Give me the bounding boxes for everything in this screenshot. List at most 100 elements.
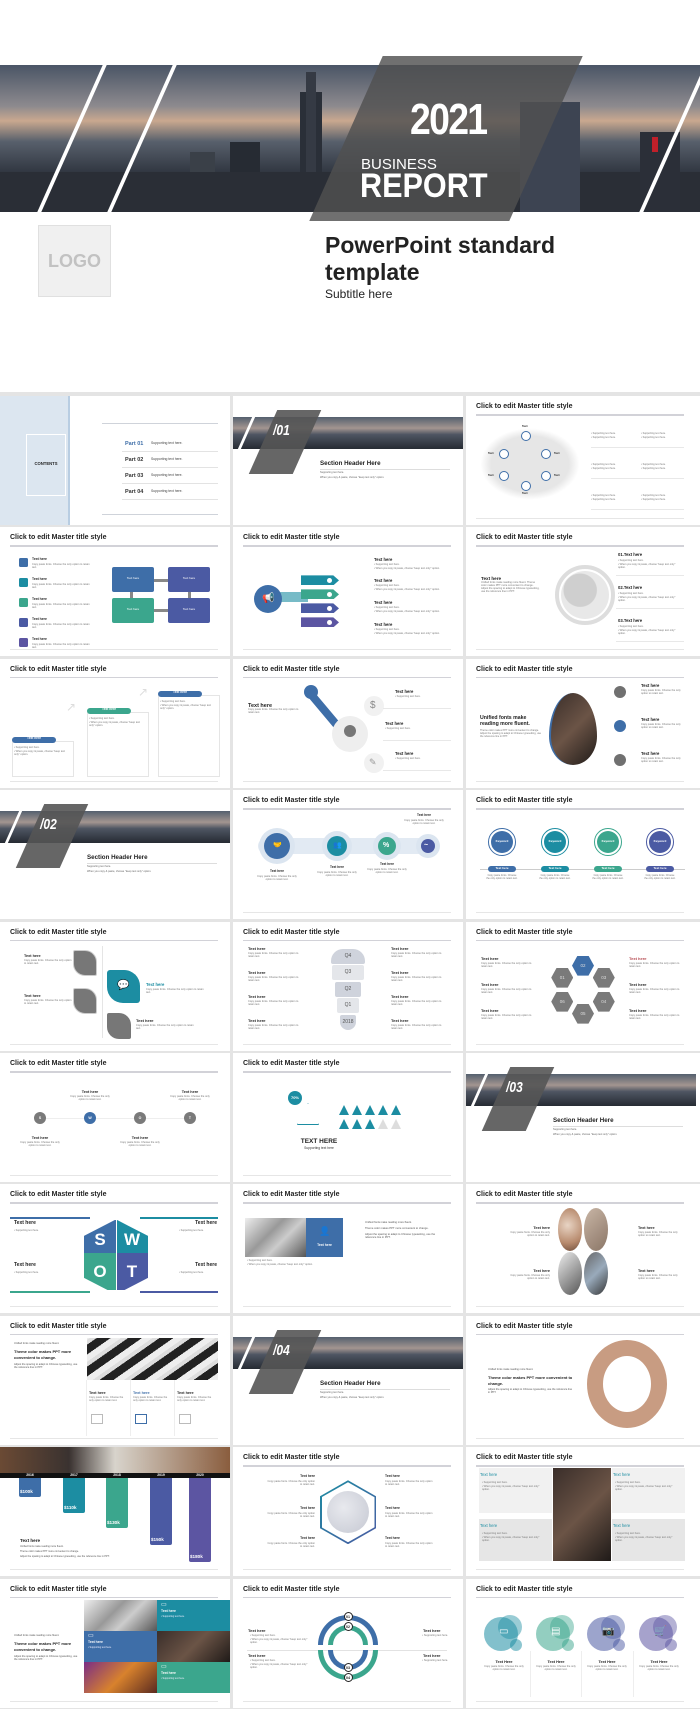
- text-block-heading: Text here: [248, 945, 266, 951]
- slide-footer-line: [10, 1306, 218, 1307]
- bullet-text: • When you copy & paste, choose "keep te…: [374, 567, 440, 571]
- text-block-heading: Text here: [641, 750, 660, 756]
- text-block-body: Copy paste fonts. Choose the only option…: [638, 1231, 678, 1238]
- title-underline: [10, 1202, 218, 1204]
- slide-thumbnail-15[interactable]: Click to edit Master title style Q4 Q3 Q2 Q1…: [233, 921, 463, 1051]
- slide-thumbnail-13[interactable]: Click to edit Master title style Keyword T…: [466, 790, 700, 920]
- title-underline: [10, 676, 218, 679]
- slide-thumbnail-8[interactable]: Click to edit Master title style Text her…: [0, 658, 230, 788]
- slide-thumbnail-11[interactable]: /02 Section Header Here Supporting text he…: [0, 790, 230, 920]
- slide-thumbnail-3[interactable]: /01 Section Header Here Supporting text he…: [233, 396, 463, 525]
- bullet-text: • Supporting text here.: [14, 1271, 39, 1275]
- panel-heading: Text here: [480, 1523, 498, 1529]
- text-block-heading: Text Here: [495, 1659, 513, 1664]
- text-block-body: Copy paste fonts. Choose the only option…: [32, 583, 90, 590]
- feature-icon: [19, 578, 28, 588]
- year-label: 2019: [157, 1472, 165, 1477]
- divider: [102, 514, 218, 515]
- slide-thumbnail-28[interactable]: Click to edit Master title style Text her…: [466, 1447, 700, 1577]
- swot-line: [140, 1217, 218, 1219]
- text-block-body: Copy paste fonts. Choose the only option…: [385, 1542, 433, 1549]
- divider: [616, 608, 684, 609]
- paragraph-line: Unified fonts make reading more fluent.: [365, 1221, 412, 1225]
- slide-thumbnail-23[interactable]: Click to edit Master title style Unified …: [0, 1315, 230, 1445]
- piano-photo: [87, 1337, 218, 1380]
- text-pill-label: Text here: [653, 866, 667, 871]
- text-heading: Text here: [14, 1262, 36, 1269]
- slide-thumbnail-7[interactable]: Click to edit Master title style Text her…: [466, 527, 700, 657]
- slide-thumbnail-26[interactable]: 2016 $100k 2017 $110k 2018 $130k 2019 $150k 2020…: [0, 1447, 230, 1577]
- cell-heading: Text here: [88, 1639, 103, 1644]
- photo-petal: [584, 1252, 608, 1296]
- slide-thumbnail-21[interactable]: Click to edit Master title style 👤 Text he…: [233, 1184, 463, 1314]
- slide-thumbnail-20[interactable]: Click to edit Master title style S W O T Text…: [0, 1184, 230, 1314]
- drop-body: Theme color makes PPT more convenient to…: [480, 728, 542, 738]
- bullet-text: • Supporting text here.: [641, 436, 666, 439]
- slide-thumbnail-17[interactable]: Click to edit Master title style S Text he…: [0, 1053, 230, 1182]
- text-block-heading: Text here: [641, 682, 660, 688]
- slide-thumbnail-4[interactable]: Click to edit Master title style Text Text…: [466, 396, 700, 525]
- text-block-body: Copy paste fonts. Choose the only option…: [146, 987, 204, 994]
- divider: [530, 1650, 531, 1697]
- slide-thumbnail-10[interactable]: Click to edit Master title style Unified …: [466, 658, 700, 788]
- slide-thumbnail-9[interactable]: Click to edit Master title style Text her…: [233, 658, 463, 788]
- cover-year: 2021: [410, 95, 488, 144]
- title-underline: [10, 545, 218, 547]
- pencil-icon: ✎: [369, 756, 377, 767]
- slide-title: Click to edit Master title style: [243, 1191, 340, 1199]
- text-block-heading: Text here: [300, 1506, 315, 1511]
- feature-icon: [19, 598, 28, 608]
- text-block-heading: Text here: [81, 1090, 99, 1094]
- slide-thumbnail-22[interactable]: Click to edit Master title style Text her…: [466, 1184, 700, 1314]
- small-text: Supporting text here: [304, 1146, 334, 1150]
- title-underline: [476, 808, 684, 810]
- slide-thumbnail-16[interactable]: Click to edit Master title style 01 02 03 04…: [466, 921, 700, 1051]
- year-label: 2020: [196, 1472, 204, 1477]
- leaf-icon: [107, 1012, 131, 1039]
- slide-thumbnail-30[interactable]: Click to edit Master title style 01 02 03 04…: [233, 1578, 463, 1708]
- text-heading: Text here: [248, 1652, 266, 1658]
- text-block-body: Copy paste fonts. Choose the only option…: [367, 868, 407, 875]
- title-underline: [243, 808, 451, 810]
- blob-circle: [665, 1638, 677, 1651]
- process-glyph: %: [383, 842, 390, 850]
- text-block-body: Copy paste fonts. Choose the only option…: [481, 961, 532, 968]
- slide-thumbnail-19[interactable]: /03 Section Header Here Supporting text he…: [466, 1053, 700, 1182]
- text-block-heading: Text here: [300, 1474, 315, 1479]
- intro-bold: Theme color makes PPT more convenient to…: [488, 1374, 573, 1387]
- text-box-label: Text here: [126, 576, 140, 581]
- slide-footer-line: [243, 1700, 451, 1702]
- bulb-label: Q1: [344, 1002, 352, 1009]
- bulb-label: 2018: [342, 1018, 354, 1025]
- slide-thumbnail-29[interactable]: Click to edit Master title style ▭ Text he…: [0, 1578, 230, 1708]
- slide-thumbnail-2[interactable]: CONTENTS Part 01 Supporting text here. Part…: [0, 396, 230, 525]
- slide-thumbnail-25[interactable]: Click to edit Master title style Unified …: [466, 1315, 700, 1445]
- slide-thumbnail-27[interactable]: Click to edit Master title style Text her…: [233, 1447, 463, 1577]
- text-block-body: Copy paste fonts. Choose the only option…: [24, 998, 72, 1005]
- photo-cell: [157, 1630, 230, 1662]
- slide-thumbnail-14[interactable]: Click to edit Master title style 💬 Text he…: [0, 921, 230, 1051]
- year-label: 2017: [70, 1472, 78, 1477]
- slide-thumbnail-31[interactable]: Click to edit Master title style ▭ Text He…: [466, 1578, 700, 1708]
- title-underline: [243, 1071, 451, 1073]
- text-block-heading: Text here: [89, 1390, 106, 1395]
- slide-thumbnail-18[interactable]: Click to edit Master title style 70% TEXT …: [233, 1053, 463, 1182]
- bullet-text: • Supporting text here.: [395, 756, 421, 760]
- slide-thumbnail-24[interactable]: /04 Section Header Here Supporting text he…: [233, 1315, 463, 1445]
- text-block-body: Copy paste fonts. Choose the only option…: [177, 1395, 212, 1402]
- text-block-body: Copy paste fonts. Choose the only option…: [32, 643, 90, 650]
- text-heading: Text here: [395, 750, 414, 756]
- slide-thumbnail-6[interactable]: Click to edit Master title style 📢 Text he…: [233, 527, 463, 657]
- text-block-heading: Text here: [32, 577, 47, 582]
- slide-title: Click to edit Master title style: [476, 1454, 573, 1462]
- slide-footer-line: [476, 1043, 684, 1045]
- slide-thumbnail-5[interactable]: Click to edit Master title style Text her…: [0, 527, 230, 657]
- feature-icon: [19, 638, 28, 648]
- slide-thumbnail-12[interactable]: Click to edit Master title style 🤝 Text he…: [233, 790, 463, 920]
- section-number: /03: [506, 1079, 523, 1096]
- slide-footer-line: [243, 1175, 451, 1176]
- divider: [591, 447, 684, 448]
- title-underline: [10, 939, 218, 942]
- keyword-body: Copy paste fonts. Choose the only option…: [486, 874, 518, 881]
- text-block-body: Copy paste fonts. Choose the only option…: [248, 1023, 299, 1030]
